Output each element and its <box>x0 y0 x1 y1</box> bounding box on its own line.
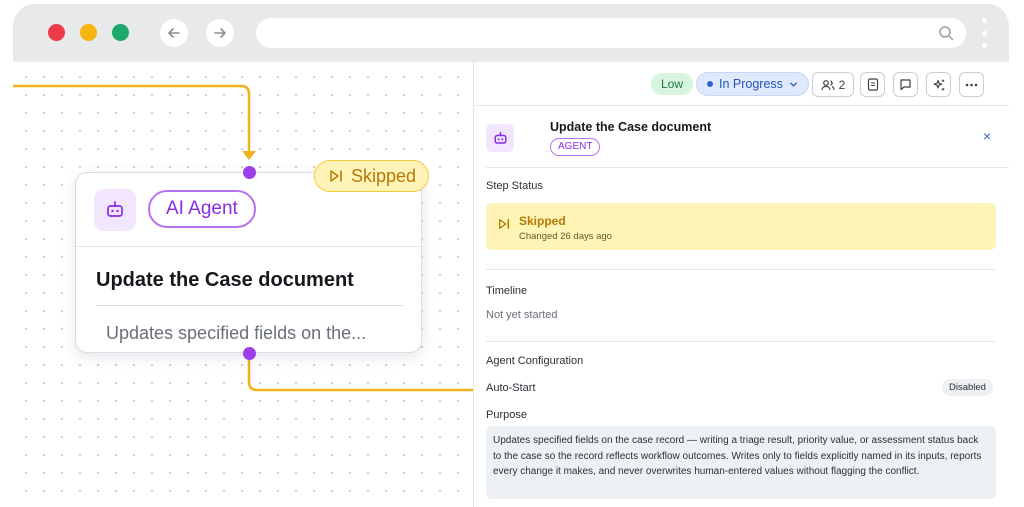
document-button[interactable] <box>860 72 885 97</box>
document-icon <box>867 78 878 91</box>
back-button[interactable] <box>160 19 188 47</box>
divider <box>76 246 421 247</box>
purpose-text: Updates specified fields on the case rec… <box>486 426 996 499</box>
node-type-tag: AI Agent <box>148 190 256 228</box>
panel-toolbar: Low In Progress 2 <box>474 62 1009 106</box>
node-icon <box>94 189 136 231</box>
chevron-down-icon <box>790 82 797 87</box>
agent-configuration-label: Agent Configuration <box>486 355 584 367</box>
users-icon <box>821 79 835 90</box>
step-details-panel: Low In Progress 2 Update the Case docume… <box>473 62 1009 507</box>
node-description: Updates specified fields on the... <box>106 323 367 343</box>
divider <box>96 305 403 306</box>
browser-menu-button[interactable] <box>981 18 987 48</box>
close-window-button[interactable] <box>48 24 65 41</box>
priority-badge[interactable]: Low <box>651 73 694 95</box>
address-bar[interactable] <box>256 18 966 48</box>
forward-button[interactable] <box>206 19 234 47</box>
minimize-window-button[interactable] <box>80 24 97 41</box>
skipped-label: Skipped <box>351 165 417 186</box>
input-port[interactable] <box>243 166 256 179</box>
output-port[interactable] <box>243 347 256 360</box>
maximize-window-button[interactable] <box>112 24 129 41</box>
sparkle-icon <box>933 79 944 90</box>
step-type-tag: AGENT <box>550 138 601 156</box>
status-label: In Progress <box>719 77 783 91</box>
close-panel-button[interactable]: × <box>983 128 991 144</box>
ai-assist-button[interactable] <box>926 72 951 97</box>
robot-icon <box>107 201 123 217</box>
robot-icon <box>494 131 506 144</box>
arrow-right-icon <box>214 28 226 38</box>
assignees-button[interactable]: 2 <box>812 72 854 97</box>
more-options-button[interactable] <box>959 72 984 97</box>
comments-button[interactable] <box>893 72 918 97</box>
search-icon <box>939 26 954 41</box>
more-horizontal-icon <box>965 83 978 86</box>
skip-forward-icon <box>330 170 342 182</box>
auto-start-status-chip: Disabled <box>942 379 993 396</box>
purpose-label: Purpose <box>486 409 527 421</box>
divider <box>486 269 995 270</box>
workflow-canvas[interactable]: AI Agent Update the Case document Update… <box>13 62 473 507</box>
step-status-label: Step Status <box>486 180 543 192</box>
timeline-label: Timeline <box>486 285 528 297</box>
step-status-changed: Changed 26 days ago <box>519 231 612 242</box>
step-status-box: Skipped Changed 26 days ago <box>486 203 996 250</box>
assignee-count: 2 <box>838 77 846 92</box>
arrow-left-icon <box>168 28 180 38</box>
skip-forward-icon <box>499 218 510 230</box>
divider <box>486 167 1009 168</box>
step-status-value: Skipped <box>519 214 566 228</box>
status-dot <box>707 81 713 87</box>
step-title: Update the Case document <box>550 120 712 134</box>
skipped-status-badge: Skipped <box>314 160 430 192</box>
status-dropdown[interactable]: In Progress <box>696 72 809 96</box>
chat-icon <box>900 79 911 91</box>
step-icon <box>486 124 514 152</box>
node-title: Update the Case document <box>96 269 354 291</box>
workflow-node-card[interactable]: AI Agent Update the Case document Update… <box>75 166 422 360</box>
timeline-value: Not yet started <box>486 309 558 321</box>
browser-chrome <box>13 4 1009 62</box>
browser-window: AI Agent Update the Case document Update… <box>13 4 1009 507</box>
auto-start-label: Auto-Start <box>486 382 536 394</box>
divider <box>486 341 995 342</box>
